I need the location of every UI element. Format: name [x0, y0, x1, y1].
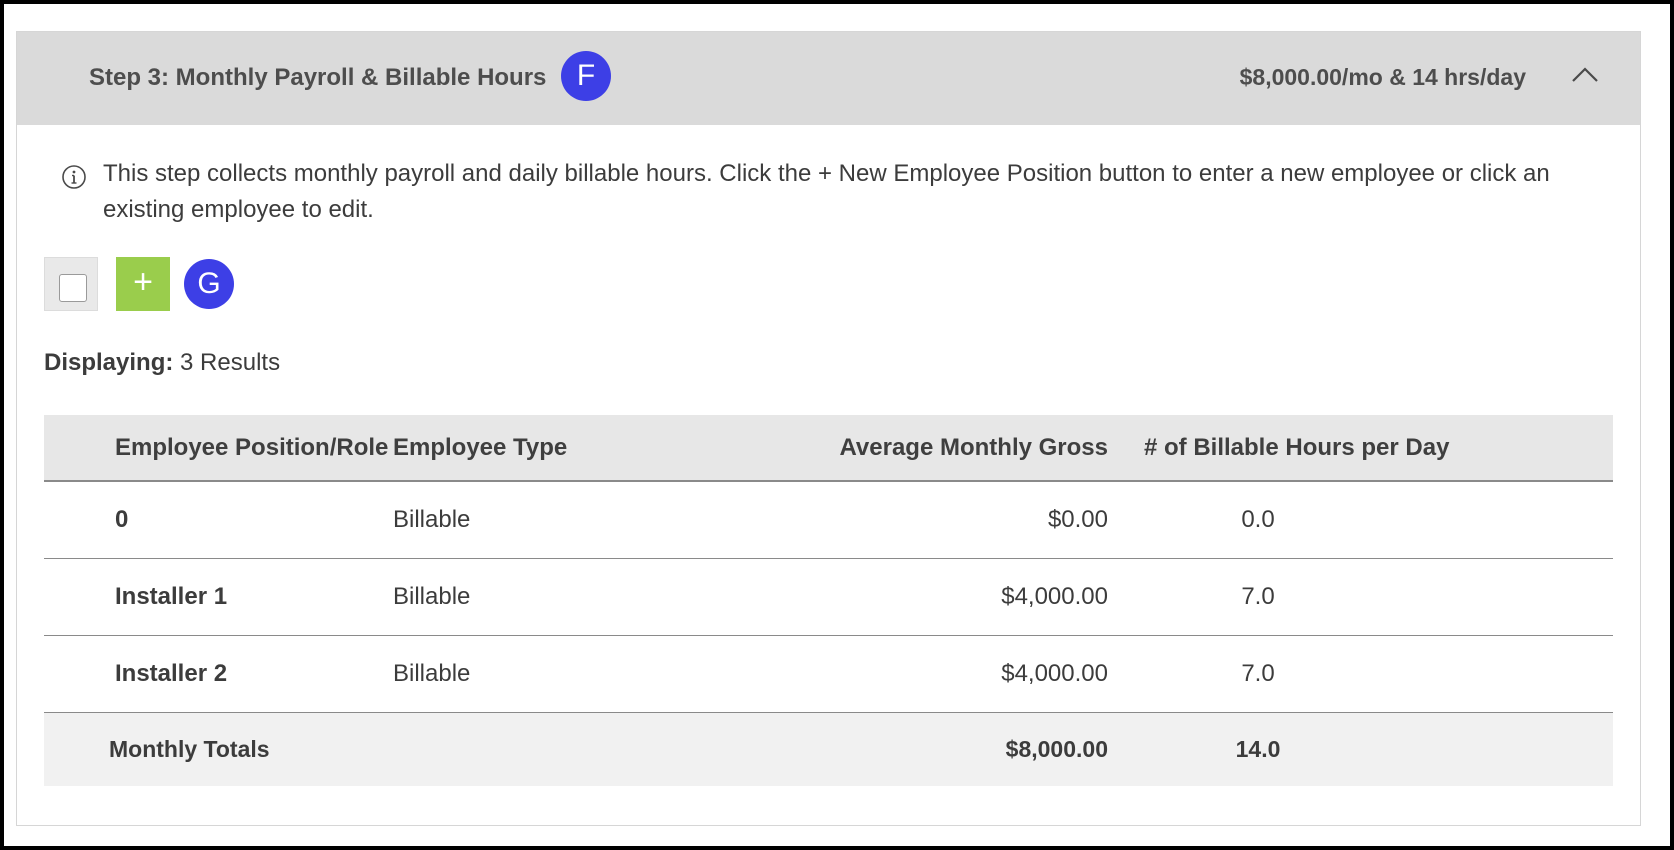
cell-hours-wrap: 0.0	[1108, 481, 1613, 559]
window-frame: Step 3: Monthly Payroll & Billable Hours…	[4, 4, 1670, 846]
chevron-up-icon[interactable]	[1570, 64, 1600, 84]
cell-hours-wrap: 7.0	[1108, 558, 1613, 636]
info-text: This step collects monthly payroll and d…	[103, 160, 1550, 223]
select-all-checkbox-container[interactable]	[44, 257, 98, 311]
cell-gross: $4,000.00	[753, 635, 1108, 713]
column-header-gross[interactable]: Average Monthly Gross	[753, 415, 1108, 482]
totals-type-empty	[393, 712, 753, 786]
totals-row: Monthly Totals $8,000.00 14.0	[44, 712, 1613, 786]
cell-hours: 0.0	[1241, 505, 1275, 533]
info-icon	[62, 165, 86, 189]
results-count: Displaying: 3 Results	[44, 349, 280, 377]
results-count-text: 3 Results	[180, 349, 281, 376]
step-summary: $8,000.00/mo & 14 hrs/day	[1239, 64, 1526, 90]
column-header-role[interactable]: Employee Position/Role	[44, 415, 393, 482]
cell-gross: $0.00	[753, 481, 1108, 559]
table-row[interactable]: Installer 1 Billable $4,000.00 7.0	[44, 558, 1613, 636]
totals-hours: 14.0	[1235, 735, 1281, 762]
cell-type: Billable	[393, 481, 753, 559]
cell-role: Installer 1	[44, 558, 393, 636]
cell-hours-wrap: 7.0	[1108, 635, 1613, 713]
cell-type: Billable	[393, 558, 753, 636]
marker-badge-f: F	[561, 51, 611, 101]
marker-badge-g: G	[184, 259, 234, 309]
step-title: Step 3: Monthly Payroll & Billable Hours	[89, 64, 547, 91]
table-row[interactable]: Installer 2 Billable $4,000.00 7.0	[44, 635, 1613, 713]
select-all-checkbox[interactable]	[59, 274, 87, 302]
totals-hours-wrap: 14.0	[1108, 712, 1613, 786]
cell-hours: 7.0	[1241, 659, 1275, 687]
new-employee-position-button[interactable]: +	[116, 257, 170, 311]
cell-role: 0	[44, 481, 393, 559]
column-header-hours[interactable]: # of Billable Hours per Day	[1108, 415, 1613, 482]
cell-type: Billable	[393, 635, 753, 713]
results-label: Displaying:	[44, 349, 174, 376]
table-header-row: Employee Position/Role Employee Type Ave…	[44, 415, 1613, 482]
step-header[interactable]: Step 3: Monthly Payroll & Billable Hours…	[17, 32, 1640, 125]
table-row[interactable]: 0 Billable $0.00 0.0	[44, 481, 1613, 559]
cell-gross: $4,000.00	[753, 558, 1108, 636]
totals-label: Monthly Totals	[44, 712, 393, 786]
cell-hours: 7.0	[1241, 582, 1275, 610]
totals-gross: $8,000.00	[753, 712, 1108, 786]
employee-table: Employee Position/Role Employee Type Ave…	[44, 415, 1613, 786]
step-panel: Step 3: Monthly Payroll & Billable Hours…	[16, 31, 1641, 826]
column-header-type[interactable]: Employee Type	[393, 415, 753, 482]
cell-role: Installer 2	[44, 635, 393, 713]
